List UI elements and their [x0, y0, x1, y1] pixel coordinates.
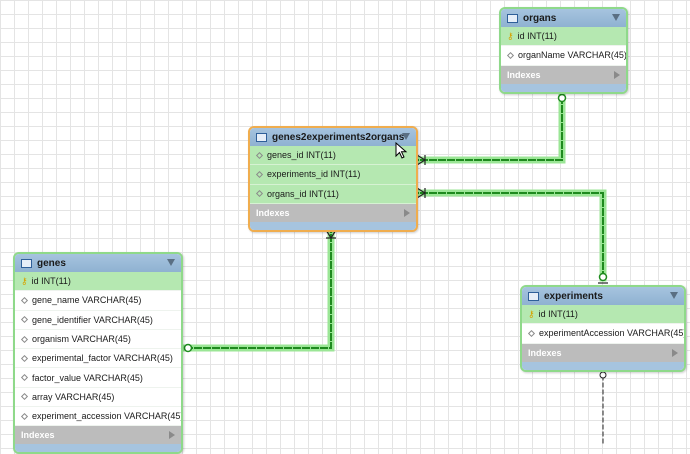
table-name: organs	[523, 12, 557, 24]
column-label: genes_id INT(11)	[267, 150, 336, 161]
relationship-experiments[interactable]	[413, 189, 607, 282]
table-experiments[interactable]: experiments ⚷ id INT(11) experimentAccess…	[520, 285, 686, 372]
relationship-organs[interactable]	[413, 93, 566, 164]
column-row[interactable]: experimental_factor VARCHAR(45)	[15, 349, 181, 369]
indexes-section[interactable]: Indexes	[15, 426, 181, 445]
optional-marker	[599, 371, 607, 379]
column-diamond-icon	[255, 170, 264, 178]
primary-key-icon: ⚷	[507, 30, 514, 41]
column-label: experimentAccession VARCHAR(45)	[539, 328, 684, 339]
column-diamond-icon	[506, 51, 515, 59]
column-label: id INT(11)	[31, 276, 71, 287]
column-label: experimental_factor VARCHAR(45)	[32, 353, 173, 364]
column-diamond-icon	[255, 190, 264, 198]
collapse-caret-icon[interactable]	[670, 292, 678, 299]
indexes-label: Indexes	[507, 69, 541, 80]
relationship-genes[interactable]	[182, 226, 335, 352]
table-name: genes2experiments2organs	[272, 131, 405, 143]
column-row[interactable]: experimentAccession VARCHAR(45)	[522, 324, 684, 344]
table-footer	[501, 83, 626, 92]
table-genes2experiments2organs[interactable]: genes2experiments2organs genes_id INT(11…	[248, 126, 418, 232]
column-row[interactable]: organName VARCHAR(45)	[501, 46, 626, 66]
table-header[interactable]: experiments	[522, 287, 684, 305]
column-diamond-icon	[527, 329, 536, 337]
column-row[interactable]: factor_value VARCHAR(45)	[15, 368, 181, 388]
column-label: organName VARCHAR(45)	[518, 50, 626, 61]
column-label: experiments_id INT(11)	[267, 169, 361, 180]
indexes-section[interactable]: Indexes	[250, 203, 416, 222]
optional-marker	[598, 272, 608, 282]
collapse-caret-icon[interactable]	[167, 259, 175, 266]
collapse-caret-icon[interactable]	[612, 14, 620, 21]
column-label: id INT(11)	[517, 31, 557, 42]
column-row[interactable]: ⚷ id INT(11)	[15, 272, 181, 292]
table-icon	[256, 132, 267, 142]
expand-arrow-icon[interactable]	[614, 70, 620, 79]
table-icon	[507, 13, 518, 23]
table-footer	[522, 361, 684, 370]
expand-arrow-icon[interactable]	[169, 431, 175, 440]
table-icon	[528, 291, 539, 301]
primary-key-icon: ⚷	[528, 308, 535, 319]
column-diamond-icon	[20, 316, 29, 324]
column-row[interactable]: gene_identifier VARCHAR(45)	[15, 310, 181, 330]
table-header[interactable]: organs	[501, 9, 626, 27]
column-diamond-icon	[20, 354, 29, 362]
column-label: organism VARCHAR(45)	[32, 334, 131, 345]
column-label: gene_identifier VARCHAR(45)	[32, 314, 153, 325]
table-header[interactable]: genes2experiments2organs	[250, 128, 416, 146]
column-row[interactable]: ⚷ id INT(11)	[501, 27, 626, 47]
primary-key-icon: ⚷	[21, 275, 28, 286]
table-header[interactable]: genes	[15, 254, 181, 272]
expand-arrow-icon[interactable]	[404, 208, 410, 217]
optional-marker	[557, 93, 567, 103]
column-row[interactable]: ⚷ id INT(11)	[522, 305, 684, 325]
table-footer	[250, 221, 416, 230]
column-label: gene_name VARCHAR(45)	[32, 295, 142, 306]
table-name: genes	[37, 257, 66, 269]
indexes-label: Indexes	[528, 347, 562, 358]
column-label: organs_id INT(11)	[267, 188, 339, 199]
table-genes[interactable]: genes ⚷ id INT(11) gene_name VARCHAR(45) …	[13, 252, 183, 454]
mouse-cursor-icon	[395, 142, 408, 159]
column-diamond-icon	[20, 374, 29, 382]
column-diamond-icon	[20, 296, 29, 304]
column-row[interactable]: gene_name VARCHAR(45)	[15, 291, 181, 311]
table-organs[interactable]: organs ⚷ id INT(11) organName VARCHAR(45)…	[499, 7, 628, 94]
table-icon	[21, 258, 32, 268]
collapse-caret-icon[interactable]	[402, 133, 410, 140]
optional-marker	[183, 343, 193, 353]
column-row[interactable]: experiments_id INT(11)	[250, 165, 416, 185]
indexes-section[interactable]: Indexes	[522, 343, 684, 362]
column-row[interactable]: organs_id INT(11)	[250, 184, 416, 204]
column-diamond-icon	[255, 151, 264, 159]
indexes-label: Indexes	[256, 207, 290, 218]
column-diamond-icon	[20, 335, 29, 343]
expand-arrow-icon[interactable]	[672, 348, 678, 357]
indexes-label: Indexes	[21, 430, 55, 441]
column-label: array VARCHAR(45)	[32, 391, 115, 402]
column-diamond-icon	[20, 393, 29, 401]
column-row[interactable]: experiment_accession VARCHAR(45)	[15, 407, 181, 427]
column-label: experiment_accession VARCHAR(45)	[32, 411, 181, 422]
column-row[interactable]: genes_id INT(11)	[250, 146, 416, 166]
column-row[interactable]: organism VARCHAR(45)	[15, 329, 181, 350]
column-row[interactable]: array VARCHAR(45)	[15, 387, 181, 408]
column-diamond-icon	[20, 412, 29, 420]
table-name: experiments	[544, 290, 603, 302]
column-label: id INT(11)	[538, 309, 578, 320]
indexes-section[interactable]: Indexes	[501, 65, 626, 84]
column-label: factor_value VARCHAR(45)	[32, 372, 143, 383]
